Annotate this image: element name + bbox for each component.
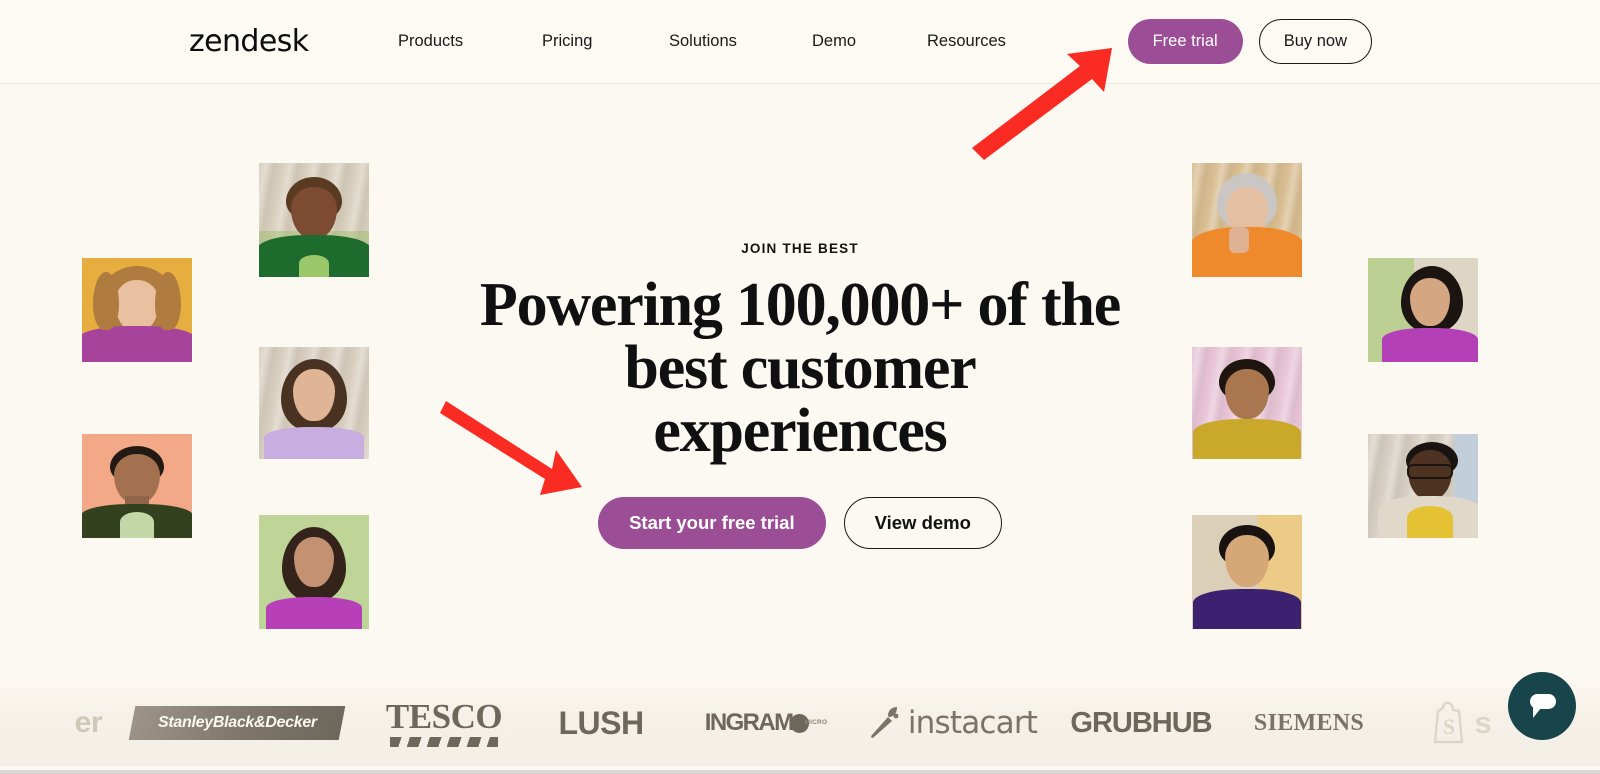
customer-logo-bar: er StanleyBlack&Decker TESCO LUSH INGRAM… [0, 680, 1600, 766]
shopify-logo: S s [1400, 680, 1520, 766]
tesco-underline-icon [390, 736, 498, 747]
portrait-photo [1368, 434, 1478, 538]
portrait-photo [1192, 163, 1302, 277]
nav-item-solutions[interactable]: Solutions [669, 29, 812, 54]
tesco-logo: TESCO [382, 680, 506, 766]
hero-headline: Powering 100,000+ of the best customer e… [400, 274, 1200, 463]
stanley-black-decker-label: StanleyBlack&Decker [157, 714, 317, 731]
grubhub-logo: GRUBHUB [1070, 706, 1212, 739]
ingram-label: INGRAM [704, 709, 794, 736]
free-trial-button[interactable]: Free trial [1127, 19, 1243, 64]
headline-line-3: experiences [653, 397, 947, 465]
chat-widget-button[interactable] [1508, 672, 1576, 740]
nav-item-demo[interactable]: Demo [812, 29, 927, 54]
siemens-logo: SIEMENS [1253, 709, 1365, 736]
hero-cta-group: Start your free trial View demo [400, 497, 1200, 549]
uber-logo: er [74, 706, 103, 739]
portrait-photo [1192, 347, 1302, 459]
instacart-label: instacart [907, 705, 1038, 741]
header-actions: Free trial Buy now [1127, 19, 1372, 64]
shopify-label: s [1474, 705, 1492, 740]
view-demo-button[interactable]: View demo [843, 497, 1002, 549]
logo-track: er StanleyBlack&Decker TESCO LUSH INGRAM… [0, 680, 1600, 766]
portrait-photo [259, 163, 369, 277]
hero-eyebrow: JOIN THE BEST [741, 241, 859, 256]
primary-navigation: Products Pricing Solutions Demo Resource… [398, 29, 1027, 54]
site-header: zendesk Products Pricing Solutions Demo … [0, 0, 1600, 84]
hero-content: JOIN THE BEST Powering 100,000+ of the b… [400, 84, 1200, 549]
buy-now-button[interactable]: Buy now [1258, 19, 1372, 64]
tesco-label: TESCO [385, 696, 503, 736]
portrait-photo [259, 347, 369, 459]
stanley-black-decker-logo: StanleyBlack&Decker [128, 706, 346, 740]
portrait-photo [1368, 258, 1478, 362]
nav-item-pricing[interactable]: Pricing [542, 29, 669, 54]
start-free-trial-button[interactable]: Start your free trial [598, 497, 826, 549]
lush-logo: LUSH [558, 704, 644, 741]
carrot-icon [871, 707, 899, 738]
svg-text:S: S [1443, 714, 1455, 739]
headline-line-1: Powering 100,000+ of the [479, 271, 1121, 339]
zendesk-logo[interactable]: zendesk [189, 24, 309, 60]
nav-item-resources[interactable]: Resources [927, 29, 1027, 54]
browser-viewport: zendesk Products Pricing Solutions Demo … [0, 0, 1600, 774]
portrait-photo [259, 515, 369, 629]
headline-line-2: best customer [624, 334, 976, 402]
hero-section: JOIN THE BEST Powering 100,000+ of the b… [0, 84, 1600, 684]
instacart-logo: instacart [870, 680, 1038, 766]
shopify-bag-icon: S [1433, 701, 1463, 744]
nav-item-products[interactable]: Products [398, 29, 542, 54]
portrait-photo [82, 434, 192, 538]
ingram-micro-sublabel: MICRO [804, 719, 828, 726]
portrait-photo [1192, 515, 1302, 629]
ingram-micro-logo: INGRAM MICRO [696, 680, 836, 766]
portrait-photo [82, 258, 192, 362]
chat-bubble-icon [1530, 694, 1556, 718]
